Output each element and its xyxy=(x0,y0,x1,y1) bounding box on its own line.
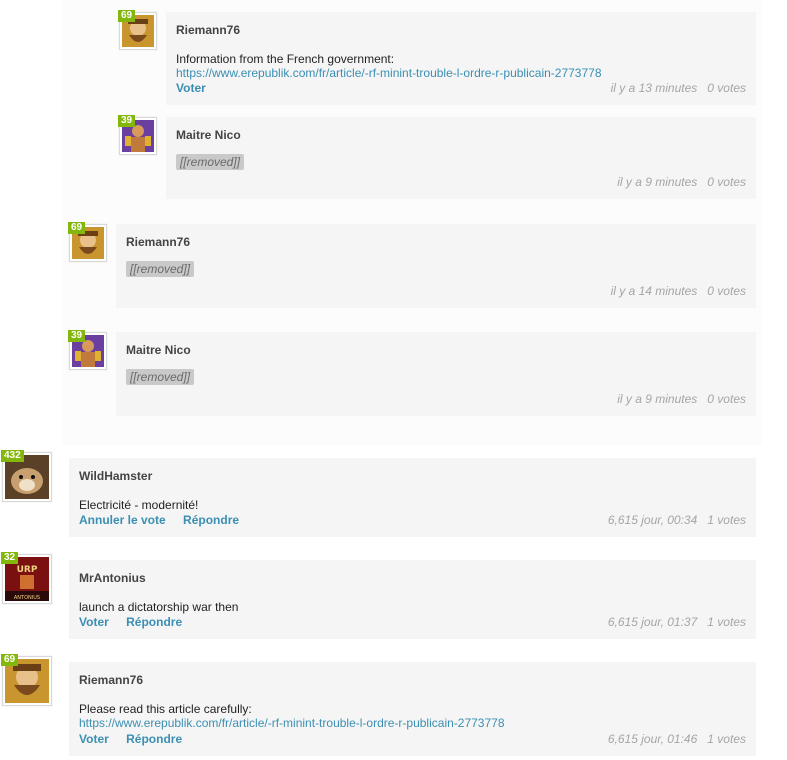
comment-meta: 6,615 jour, 01:37 1 votes xyxy=(608,615,746,629)
comment-author[interactable]: Riemann76 xyxy=(79,673,746,687)
comment-box: Maitre Nico [[removed]] il y a 9 minutes… xyxy=(166,117,756,199)
comment-box: Riemann76 [[removed]] il y a 14 minutes 0… xyxy=(116,224,756,308)
comment-author[interactable]: Maitre Nico xyxy=(126,343,746,357)
comment-footer: Annuler le vote Répondre 6,615 jour, 00:… xyxy=(79,513,746,527)
comment-author[interactable]: Maitre Nico xyxy=(176,128,746,142)
comment-votes: 0 votes xyxy=(707,284,746,298)
reply-button[interactable]: Répondre xyxy=(183,513,239,527)
comment-meta: il y a 13 minutes 0 votes xyxy=(611,81,746,95)
comment-meta: 6,615 jour, 00:34 1 votes xyxy=(608,513,746,527)
comment-time: il y a 9 minutes xyxy=(617,175,698,189)
comment-author[interactable]: Riemann76 xyxy=(126,235,746,249)
comment-text: Please read this article carefully: http… xyxy=(79,702,505,730)
comment-meta: il y a 9 minutes 0 votes xyxy=(617,175,746,189)
comment-time: il y a 14 minutes xyxy=(610,284,698,298)
svg-text:URP: URP xyxy=(17,565,38,575)
removed-tag: [[removed]] xyxy=(176,154,245,170)
comment-time: 6,615 jour, 01:46 xyxy=(607,732,698,746)
avatar[interactable]: 39 xyxy=(118,115,157,155)
level-badge: 39 xyxy=(68,330,86,342)
comment-footer: il y a 9 minutes 0 votes xyxy=(126,392,746,406)
comment-footer: Voter il y a 13 minutes 0 votes xyxy=(176,81,746,95)
comment-text: launch a dictatorship war then xyxy=(79,600,239,614)
vote-button[interactable]: Voter xyxy=(176,81,206,95)
article-link[interactable]: https://www.erepublik.com/fr/article/-rf… xyxy=(79,716,505,730)
comment-time: il y a 13 minutes xyxy=(610,81,698,95)
comment-box: WildHamster Electricité - modernité! Ann… xyxy=(69,458,756,537)
comment-time: 6,615 jour, 01:37 xyxy=(607,615,698,629)
removed-tag: [[removed]] xyxy=(126,369,195,385)
comment-text: Electricité - modernité! xyxy=(79,498,199,512)
comment-box: Maitre Nico [[removed]] il y a 9 minutes… xyxy=(116,332,756,416)
comment-footer: il y a 14 minutes 0 votes xyxy=(126,284,746,298)
avatar[interactable]: 69 xyxy=(68,222,107,262)
avatar[interactable]: 69 xyxy=(118,10,157,50)
comment-meta: il y a 14 minutes 0 votes xyxy=(611,284,746,298)
comment-meta: 6,615 jour, 01:46 1 votes xyxy=(608,732,746,746)
comment-text: Information from the French government: … xyxy=(176,52,602,80)
avatar[interactable]: URP ANTONIUS 32 xyxy=(1,552,52,604)
level-badge: 39 xyxy=(118,115,136,127)
comment-author[interactable]: Riemann76 xyxy=(176,23,746,37)
reply-button[interactable]: Répondre xyxy=(126,732,182,746)
comment-time: 6,615 jour, 00:34 xyxy=(607,513,698,527)
comment-author[interactable]: MrAntonius xyxy=(79,571,746,585)
comment-votes: 1 votes xyxy=(707,615,746,629)
comment-box: Riemann76 Information from the French go… xyxy=(166,12,756,105)
comment-votes: 0 votes xyxy=(707,81,746,95)
comment-votes: 0 votes xyxy=(707,392,746,406)
level-badge: 69 xyxy=(68,222,86,234)
comment-box: Riemann76 Please read this article caref… xyxy=(69,662,756,756)
comment-footer: il y a 9 minutes 0 votes xyxy=(176,175,746,189)
level-badge: 69 xyxy=(118,10,136,22)
svg-text:ANTONIUS: ANTONIUS xyxy=(14,595,40,601)
avatar[interactable]: 432 xyxy=(1,450,52,502)
comment-votes: 1 votes xyxy=(707,732,746,746)
article-link[interactable]: https://www.erepublik.com/fr/article/-rf… xyxy=(176,66,602,80)
comment-footer: Voter Répondre 6,615 jour, 01:37 1 votes xyxy=(79,615,746,629)
level-badge: 432 xyxy=(1,450,24,462)
comment-votes: 1 votes xyxy=(707,513,746,527)
comment-votes: 0 votes xyxy=(707,175,746,189)
vote-button[interactable]: Voter xyxy=(79,615,109,629)
comment-box: MrAntonius launch a dictatorship war the… xyxy=(69,560,756,639)
comment-time: il y a 9 minutes xyxy=(617,392,698,406)
removed-tag: [[removed]] xyxy=(126,261,195,277)
level-badge: 69 xyxy=(1,654,19,666)
comment-footer: Voter Répondre 6,615 jour, 01:46 1 votes xyxy=(79,732,746,746)
avatar[interactable]: 39 xyxy=(68,330,107,370)
unvote-button[interactable]: Annuler le vote xyxy=(79,513,166,527)
level-badge: 32 xyxy=(1,552,19,564)
comment-author[interactable]: WildHamster xyxy=(79,469,746,483)
comment-meta: il y a 9 minutes 0 votes xyxy=(617,392,746,406)
vote-button[interactable]: Voter xyxy=(79,732,109,746)
avatar[interactable]: 69 xyxy=(1,654,52,706)
reply-button[interactable]: Répondre xyxy=(126,615,182,629)
